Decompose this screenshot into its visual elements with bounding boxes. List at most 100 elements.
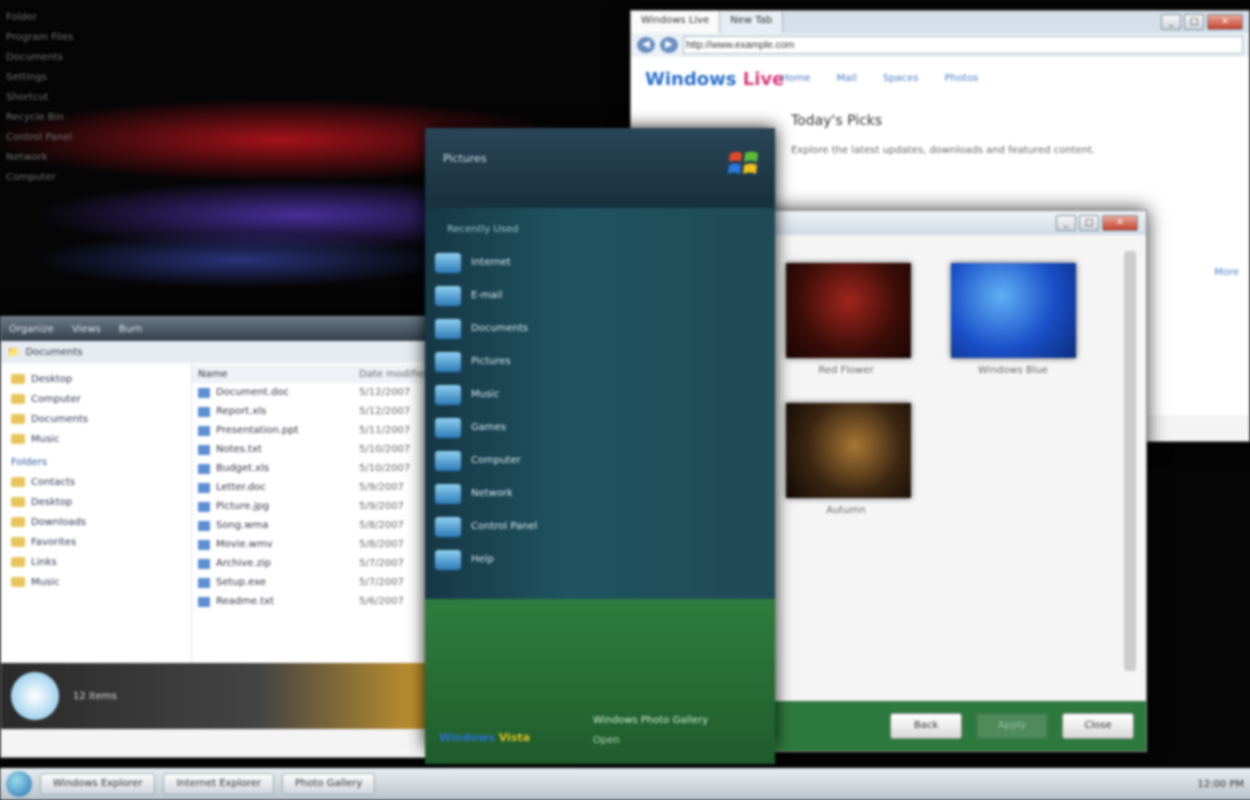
folder-label: Favorites [31,536,77,548]
folders-section-header[interactable]: Folders [1,449,191,472]
thumbnail-autumn[interactable] [786,403,911,498]
start-menu-title: Pictures [443,152,487,165]
column-header-date[interactable]: Date modified [353,369,431,380]
site-nav-link[interactable]: Photos [945,73,979,84]
file-date: 5/12/2007 [359,387,411,398]
start-menu-item[interactable]: Documents [425,312,775,345]
taskbar-button[interactable]: Internet Explorer [163,773,274,795]
explorer-address[interactable]: Documents [25,347,82,358]
nav-item[interactable]: Music [1,429,191,449]
forward-arrow-icon[interactable]: ▶ [660,37,678,53]
folder-label: Contacts [31,476,76,488]
file-icon [198,463,210,474]
explorer-window: Organize Views Burn 📁 Documents Desktop … [0,316,432,758]
site-nav-link[interactable]: Mail [837,73,857,84]
explorer-body: Desktop Computer Documents Music Folders… [1,363,431,663]
table-row[interactable]: Archive.zip 5/7/2007 [192,554,431,573]
toolbar-views-button[interactable]: Views [72,324,101,335]
table-row[interactable]: Setup.exe 5/7/2007 [192,573,431,592]
start-menu-item-label: Control Panel [471,521,538,532]
file-name: Letter.doc [216,482,266,493]
file-icon [198,501,210,512]
start-menu-item[interactable]: Games [425,411,775,444]
start-menu-item[interactable]: Pictures [425,345,775,378]
url-input[interactable] [683,36,1243,54]
site-nav-link[interactable]: Spaces [883,73,919,84]
table-row[interactable]: Document.doc 5/12/2007 [192,383,431,402]
start-menu-item[interactable]: Music [425,378,775,411]
program-icon [435,252,461,273]
folder-tree-item[interactable]: Downloads [1,512,191,532]
start-menu-item[interactable]: Internet [425,246,775,279]
vertical-scrollbar[interactable] [1124,251,1136,671]
browser-tab[interactable]: New Tab [720,11,784,33]
nav-item[interactable]: Computer [1,389,191,409]
toolbar-organize-button[interactable]: Organize [9,324,54,335]
site-logo[interactable]: Windows Live [645,69,784,90]
program-icon [435,384,461,405]
footer-sub-status[interactable]: Open [593,735,620,746]
start-menu-item-label: Music [471,389,500,400]
table-row[interactable]: Song.wma 5/8/2007 [192,516,431,535]
apply-button[interactable]: Apply [976,713,1048,739]
start-menu-item[interactable]: Help [425,543,775,576]
program-icon [435,516,461,537]
desktop-line: Folder [6,12,37,23]
back-arrow-icon[interactable]: ◀ [637,37,655,53]
taskbar: Windows Explorer Internet Explorer Photo… [0,768,1250,800]
start-menu-item[interactable]: Computer [425,444,775,477]
folder-tree-item[interactable]: Contacts [1,472,191,492]
table-row[interactable]: Movie.wmv 5/8/2007 [192,535,431,554]
file-date: 5/8/2007 [359,520,404,531]
explorer-address-bar: 📁 Documents [1,341,431,363]
thumbnail-red-flower[interactable] [786,263,911,358]
browser-tab[interactable]: Windows Live [631,11,721,33]
file-list: Name Date modified Document.doc 5/12/2007… [192,363,431,663]
file-icon [198,425,210,436]
table-row[interactable]: Presentation.ppt 5/11/2007 [192,421,431,440]
nav-item[interactable]: Documents [1,409,191,429]
minimize-button[interactable]: _ [1161,14,1181,30]
taskbar-clock[interactable]: 12:00 PM [1197,779,1244,790]
table-row[interactable]: Notes.txt 5/10/2007 [192,440,431,459]
start-menu-item[interactable]: Network [425,477,775,510]
close-dialog-button[interactable]: Close [1062,713,1134,739]
thumbnail-windows-blue[interactable] [951,263,1076,358]
column-header-name[interactable]: Name [192,369,353,380]
file-icon [198,387,210,398]
toolbar-burn-button[interactable]: Burn [119,324,142,335]
brand-accent: Vista [498,731,531,744]
folder-tree-item[interactable]: Favorites [1,532,191,552]
table-row[interactable]: Report.xls 5/12/2007 [192,402,431,421]
site-nav-link[interactable]: Home [781,73,811,84]
table-row[interactable]: Readme.txt 5/6/2007 [192,592,431,611]
browser-address-bar: ◀ ▶ [631,33,1249,57]
folder-tree-item[interactable]: Links [1,552,191,572]
start-menu-item-label: Help [471,554,494,565]
nav-item[interactable]: Desktop [1,369,191,389]
close-button[interactable]: ✕ [1102,215,1138,231]
table-row[interactable]: Picture.jpg 5/9/2007 [192,497,431,516]
desktop-line: Network [6,152,48,163]
table-row[interactable]: Letter.doc 5/9/2007 [192,478,431,497]
taskbar-button[interactable]: Photo Gallery [281,773,376,795]
file-date: 5/9/2007 [359,482,404,493]
minimize-button[interactable]: _ [1056,215,1076,231]
close-button[interactable]: ✕ [1207,14,1243,30]
maximize-button[interactable]: □ [1079,215,1099,231]
taskbar-button[interactable]: Windows Explorer [40,773,156,795]
start-button[interactable] [6,771,32,797]
file-icon [198,444,210,455]
file-icon [198,482,210,493]
file-name: Song.wma [216,520,269,531]
folder-icon [11,434,25,444]
folder-tree-item[interactable]: Music [1,572,191,592]
maximize-button[interactable]: □ [1184,14,1204,30]
table-row[interactable]: Budget.xls 5/10/2007 [192,459,431,478]
folder-tree-item[interactable]: Desktop [1,492,191,512]
start-menu-item[interactable]: Control Panel [425,510,775,543]
side-link[interactable]: More [1214,267,1239,278]
folder-icon [11,517,25,527]
start-menu-item[interactable]: E-mail [425,279,775,312]
back-button[interactable]: Back [890,713,962,739]
